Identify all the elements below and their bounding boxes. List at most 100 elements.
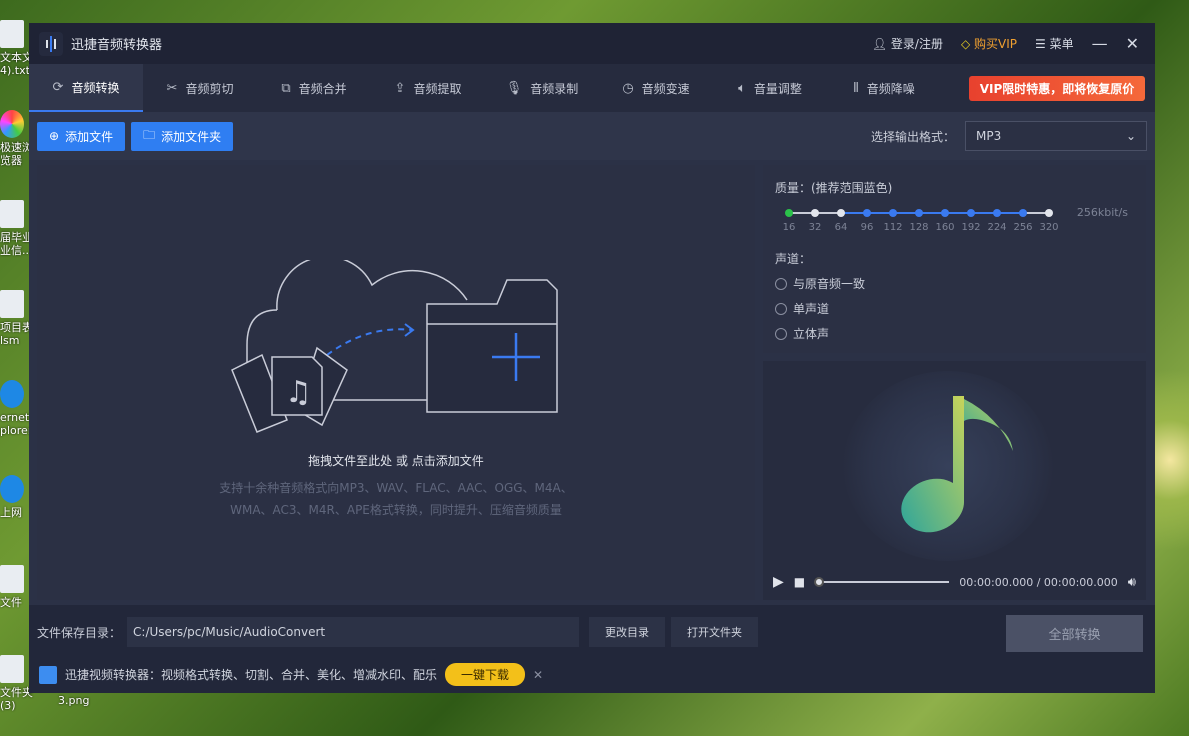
chevron-down-icon: ⌄	[1125, 129, 1136, 143]
tab-label: 音频变速	[641, 81, 690, 96]
upload-icon: ⇪	[394, 80, 406, 96]
tab-audio-extract[interactable]: ⇪ 音频提取	[371, 64, 485, 112]
tab-label: 音频提取	[413, 81, 462, 96]
vip-promo-banner[interactable]: VIP限时特惠，即将恢复原价	[969, 76, 1145, 101]
radio-label: 单声道	[793, 302, 830, 316]
desktop-label: 览器	[0, 154, 22, 167]
bitrate-point[interactable]	[1045, 209, 1053, 217]
bitrate-point[interactable]	[889, 209, 897, 217]
radio-button[interactable]	[775, 302, 787, 315]
bitrate-point[interactable]	[837, 209, 845, 217]
seek-slider[interactable]	[814, 577, 950, 587]
tab-audio-speed[interactable]: ◷ 音频变速	[599, 64, 713, 112]
add-file-label: 添加文件	[65, 129, 114, 144]
desktop-label[interactable]: 3.png	[58, 694, 89, 707]
diamond-icon: ◇	[960, 37, 974, 51]
channel-label: 声道：	[775, 252, 812, 266]
refresh-icon: ⟳	[52, 79, 64, 95]
app-logo-icon	[39, 31, 63, 56]
close-button[interactable]: ✕	[1126, 34, 1139, 53]
desktop-icon[interactable]: 文件	[0, 565, 24, 609]
music-note-icon	[901, 396, 1013, 533]
music-note-icon: ♫	[285, 375, 312, 410]
play-button[interactable]: ▶	[773, 574, 784, 590]
format-description: WMA、AC3、M4R、APE格式转换，同时提升、压缩音频质量	[230, 503, 562, 517]
tab-label: 音频降噪	[866, 81, 915, 96]
tab-volume-adjust[interactable]: 🔈︎ 音量调整	[713, 64, 827, 112]
channel-option-mono[interactable]: 单声道	[775, 300, 1134, 317]
bitrate-point[interactable]	[811, 209, 819, 217]
ad-bar: 迅捷视频转换器：视频格式转换、切割、合并、美化、增减水印、配乐 一键下载 ✕	[39, 663, 543, 686]
stop-button[interactable]: ■	[794, 575, 805, 589]
minimize-button[interactable]: —	[1092, 34, 1108, 53]
preview-panel: ▶ ■ 00:00:00.000 / 00:00:00.000 🔊︎	[763, 361, 1146, 600]
title-bar: 迅捷音频转换器 👤︎ 登录/注册 ◇ 购买VIP ☰ 菜单 — ✕	[29, 23, 1155, 64]
player-controls: ▶ ■ 00:00:00.000 / 00:00:00.000 🔊︎	[763, 564, 1146, 600]
bitrate-point[interactable]	[915, 209, 923, 217]
folder-outline	[426, 279, 558, 413]
drop-illustration: ♫	[231, 260, 558, 433]
desktop-icon[interactable]: ernet plorer	[0, 380, 32, 437]
bitrate-tick-label: 192	[961, 222, 981, 233]
desktop-label: 文件	[0, 596, 22, 609]
tab-noise-reduce[interactable]: ⫴ 音频降噪	[827, 64, 941, 112]
add-folder-label: 添加文件夹	[161, 129, 222, 144]
tab-audio-cut[interactable]: ✂ 音频剪切	[143, 64, 257, 112]
save-path-input[interactable]: C:/Users/pc/Music/AudioConvert	[127, 617, 580, 647]
merge-icon: ⧉	[281, 80, 291, 96]
arrow-head	[404, 323, 415, 337]
desktop-label: 业信..	[0, 244, 29, 257]
tab-audio-merge[interactable]: ⧉ 音频合并	[257, 64, 371, 112]
login-button[interactable]: 👤︎ 登录/注册	[872, 35, 943, 52]
bitrate-point[interactable]	[1019, 209, 1027, 217]
radio-label: 立体声	[793, 327, 830, 341]
tab-audio-convert[interactable]: ⟳ 音频转换	[29, 64, 143, 112]
time-display: 00:00:00.000 / 00:00:00.000	[959, 575, 1118, 589]
tab-audio-record[interactable]: 🎙︎ 音频录制	[485, 64, 599, 112]
menu-label: 菜单	[1049, 37, 1074, 51]
bitrate-tick-label: 320	[1039, 222, 1059, 233]
bitrate-point[interactable]	[863, 209, 871, 217]
bitrate-point[interactable]	[785, 209, 793, 217]
app-window: 迅捷音频转换器 👤︎ 登录/注册 ◇ 购买VIP ☰ 菜单 — ✕ ⟳ 音频转换 …	[29, 23, 1155, 693]
bitrate-point[interactable]	[967, 209, 975, 217]
app-title: 迅捷音频转换器	[71, 38, 163, 53]
dashed-arrow	[326, 328, 413, 356]
add-folder-button[interactable]: 🗀 添加文件夹	[131, 121, 234, 151]
radio-button[interactable]	[775, 277, 787, 290]
add-file-button[interactable]: ⊕ 添加文件	[37, 121, 126, 151]
tab-label: 音频录制	[530, 81, 579, 96]
convert-all-button[interactable]: 全部转换	[1006, 615, 1143, 652]
settings-panel: 质量：(推荐范围蓝色) 16 32 64 96 112 128 160 192 224 256 32…	[763, 165, 1146, 353]
hamburger-icon: ☰	[1035, 37, 1050, 51]
ad-download-button[interactable]: 一键下载	[445, 663, 526, 686]
folder-icon: 🗀	[143, 127, 156, 142]
format-label: 选择输出格式：	[870, 129, 955, 144]
tab-label: 音频转换	[71, 80, 120, 95]
radio-button[interactable]	[775, 327, 787, 340]
format-description: 支持十余种音频格式向MP3、WAV、FLAC、AAC、OGG、M4A、	[219, 481, 573, 495]
volume-icon[interactable]: 🔊︎	[1128, 575, 1136, 590]
desktop-icon[interactable]: 上网	[0, 475, 24, 519]
buy-vip-button[interactable]: ◇ 购买VIP	[961, 35, 1017, 52]
bottom-bar: 文件保存目录： C:/Users/pc/Music/AudioConvert 更…	[29, 605, 1155, 693]
bitrate-point[interactable]	[993, 209, 1001, 217]
bitrate-tick-label: 32	[808, 222, 822, 233]
channel-option-original[interactable]: 与原音频一致	[775, 275, 1134, 292]
seek-handle[interactable]	[814, 577, 825, 587]
menu-button[interactable]: ☰ 菜单	[1035, 35, 1074, 52]
save-dir-label: 文件保存目录：	[37, 625, 122, 640]
format-select[interactable]: MP3 ⌄	[965, 121, 1147, 151]
desktop-label: (3)	[0, 699, 16, 712]
buy-vip-label: 购买VIP	[974, 37, 1017, 51]
open-folder-button[interactable]: 打开文件夹	[671, 617, 759, 647]
bitrate-point[interactable]	[941, 209, 949, 217]
volume-icon: 🔈︎	[738, 80, 746, 96]
file-drop-area[interactable]: ♫ 拖拽文件至此处 或 点击添加文件 支持十余种音频格式向MP3、WAV、FLA…	[37, 165, 755, 600]
login-label: 登录/注册	[890, 37, 943, 51]
bitrate-slider[interactable]: 16 32 64 96 112 128 160 192 224 256 320 256kbit/s	[775, 206, 1134, 242]
change-dir-button[interactable]: 更改目录	[589, 617, 666, 647]
speed-icon: ◷	[622, 80, 634, 96]
ad-close-button[interactable]: ✕	[533, 668, 543, 682]
channel-option-stereo[interactable]: 立体声	[775, 325, 1134, 342]
